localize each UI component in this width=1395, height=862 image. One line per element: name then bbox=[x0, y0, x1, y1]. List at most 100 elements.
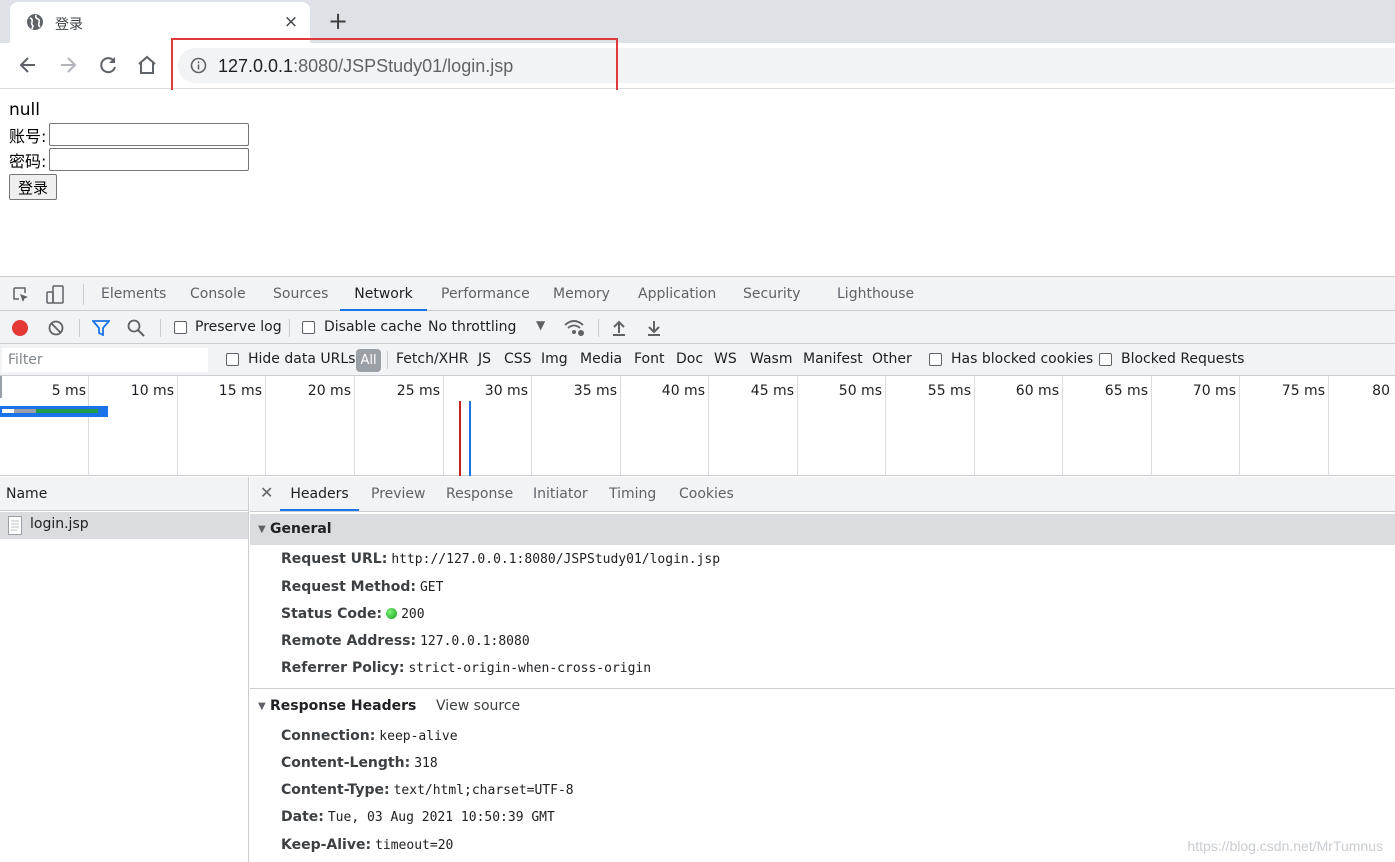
timeline-tick-label: 50 ms bbox=[838, 383, 882, 399]
network-overview-timeline[interactable]: 5 ms 10 ms 15 ms 20 ms 25 ms 30 ms 35 ms… bbox=[0, 376, 1395, 476]
filter-media[interactable]: Media bbox=[580, 351, 622, 367]
request-row[interactable]: login.jsp bbox=[0, 512, 248, 539]
filter-all-button[interactable]: All bbox=[356, 349, 381, 372]
login-button[interactable]: 登录 bbox=[9, 174, 57, 200]
back-arrow-icon[interactable] bbox=[16, 53, 40, 77]
tab-lighthouse[interactable]: Lighthouse bbox=[837, 277, 914, 311]
tab-performance[interactable]: Performance bbox=[441, 277, 530, 311]
timeline-gridline bbox=[354, 376, 355, 476]
filter-bar: Filter Hide data URLs All Fetch/XHR JS C… bbox=[0, 344, 1395, 376]
timeline-handle[interactable] bbox=[0, 376, 2, 398]
filter-css[interactable]: CSS bbox=[504, 351, 532, 367]
filter-doc[interactable]: Doc bbox=[676, 351, 703, 367]
forward-arrow-icon[interactable] bbox=[56, 53, 80, 77]
tab-memory[interactable]: Memory bbox=[553, 277, 610, 311]
tab-network[interactable]: Network bbox=[340, 277, 427, 311]
filter-fetch-xhr[interactable]: Fetch/XHR bbox=[396, 351, 469, 367]
filter-icon[interactable] bbox=[92, 320, 110, 336]
message-text: null bbox=[9, 100, 40, 120]
connection-row: Connection: keep-alive bbox=[281, 728, 458, 744]
header-value: timeout=20 bbox=[375, 838, 454, 853]
timeline-gridline bbox=[797, 376, 798, 476]
preserve-log-checkbox[interactable] bbox=[174, 321, 187, 334]
devtools-tab-bar: Elements Console Sources Network Perform… bbox=[0, 276, 1395, 311]
timeline-gridline bbox=[885, 376, 886, 476]
record-icon[interactable] bbox=[11, 319, 29, 337]
header-key: Referrer Policy: bbox=[281, 660, 405, 676]
preserve-log-label: Preserve log bbox=[195, 319, 282, 335]
filter-img[interactable]: Img bbox=[541, 351, 568, 367]
timeline-tick-label: 30 ms bbox=[484, 383, 528, 399]
timeline-gridline bbox=[1239, 376, 1240, 476]
hide-data-urls-checkbox[interactable] bbox=[226, 353, 239, 366]
timeline-gridline bbox=[1062, 376, 1063, 476]
header-key: Remote Address: bbox=[281, 633, 417, 649]
tab-headers[interactable]: Headers bbox=[280, 477, 359, 511]
divider bbox=[79, 319, 80, 337]
tab-cookies[interactable]: Cookies bbox=[679, 477, 734, 511]
info-icon[interactable] bbox=[190, 57, 207, 74]
chevron-down-icon[interactable]: ▼ bbox=[536, 318, 545, 332]
tab-application[interactable]: Application bbox=[638, 277, 716, 311]
disable-cache-checkbox[interactable] bbox=[302, 321, 315, 334]
general-section-header[interactable]: ▼ General bbox=[250, 514, 1395, 545]
filter-wasm[interactable]: Wasm bbox=[750, 351, 792, 367]
hide-data-urls-label: Hide data URLs bbox=[248, 351, 356, 367]
tab-console[interactable]: Console bbox=[190, 277, 246, 311]
tab-elements[interactable]: Elements bbox=[101, 277, 166, 311]
tab-timing[interactable]: Timing bbox=[609, 477, 656, 511]
content-type-row: Content-Type: text/html;charset=UTF-8 bbox=[281, 782, 574, 798]
new-tab-button[interactable]: + bbox=[326, 8, 350, 34]
network-toolbar: Preserve log Disable cache No throttling… bbox=[0, 311, 1395, 344]
url-text[interactable]: 127.0.0.1:8080/JSPStudy01/login.jsp bbox=[218, 56, 513, 77]
filter-other[interactable]: Other bbox=[872, 351, 912, 367]
divider bbox=[289, 319, 290, 337]
import-har-icon[interactable] bbox=[611, 319, 627, 337]
account-label: 账号: bbox=[9, 127, 47, 146]
header-key: Date: bbox=[281, 809, 324, 825]
name-column-header[interactable]: Name bbox=[0, 477, 248, 511]
network-conditions-icon[interactable] bbox=[564, 318, 586, 338]
inspect-element-icon[interactable] bbox=[11, 285, 31, 305]
filter-js[interactable]: JS bbox=[478, 351, 491, 367]
close-icon[interactable]: ✕ bbox=[260, 483, 273, 502]
tab-close-icon[interactable]: × bbox=[282, 11, 300, 33]
timeline-gridline bbox=[708, 376, 709, 476]
home-icon[interactable] bbox=[135, 53, 159, 77]
header-value: http://127.0.0.1:8080/JSPStudy01/login.j… bbox=[391, 552, 721, 567]
tab-initiator[interactable]: Initiator bbox=[533, 477, 588, 511]
device-toolbar-icon[interactable] bbox=[44, 284, 66, 306]
filter-input[interactable]: Filter bbox=[2, 348, 208, 372]
throttling-select[interactable]: No throttling bbox=[428, 319, 516, 335]
reload-icon[interactable] bbox=[96, 53, 120, 77]
tab-sources[interactable]: Sources bbox=[273, 277, 328, 311]
password-label: 密码: bbox=[9, 152, 47, 171]
tab-response[interactable]: Response bbox=[446, 477, 513, 511]
timeline-tick-label: 20 ms bbox=[307, 383, 351, 399]
export-har-icon[interactable] bbox=[646, 319, 662, 337]
tab-security[interactable]: Security bbox=[743, 277, 801, 311]
blocked-requests-checkbox[interactable] bbox=[1099, 353, 1112, 366]
has-blocked-cookies-checkbox[interactable] bbox=[929, 353, 942, 366]
filter-manifest[interactable]: Manifest bbox=[803, 351, 863, 367]
general-section-title: General bbox=[270, 521, 332, 537]
account-input[interactable] bbox=[49, 123, 249, 146]
filter-ws[interactable]: WS bbox=[714, 351, 737, 367]
divider bbox=[83, 284, 84, 305]
browser-tab[interactable]: 登录 × bbox=[10, 2, 310, 43]
divider bbox=[387, 351, 388, 369]
header-value: keep-alive bbox=[379, 729, 458, 744]
request-method-row: Request Method: GET bbox=[281, 579, 443, 595]
detail-tab-bar: ✕ Headers Preview Response Initiator Tim… bbox=[250, 477, 1395, 512]
browser-toolbar: 127.0.0.1:8080/JSPStudy01/login.jsp bbox=[0, 43, 1395, 89]
view-source-link[interactable]: View source bbox=[436, 691, 520, 722]
response-headers-section-header[interactable]: ▼ Response Headers View source bbox=[250, 691, 1395, 722]
filter-font[interactable]: Font bbox=[634, 351, 664, 367]
search-icon[interactable] bbox=[127, 319, 145, 337]
address-bar[interactable]: 127.0.0.1:8080/JSPStudy01/login.jsp bbox=[178, 48, 1395, 83]
tab-preview[interactable]: Preview bbox=[371, 477, 426, 511]
timeline-gridline bbox=[531, 376, 532, 476]
password-input[interactable] bbox=[49, 148, 249, 171]
waterfall-download-segment bbox=[36, 409, 98, 413]
clear-icon[interactable] bbox=[47, 319, 65, 337]
